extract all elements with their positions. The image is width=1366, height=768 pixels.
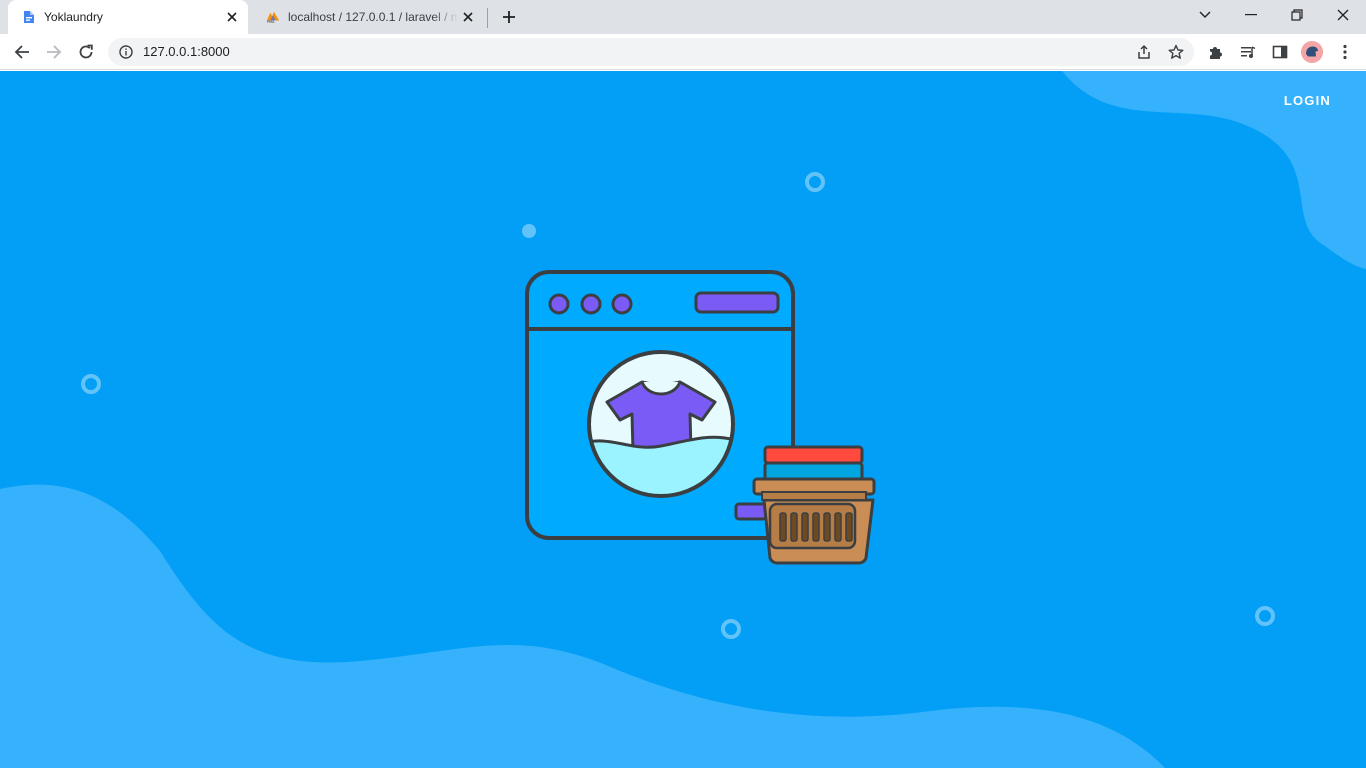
bookmark-star-icon[interactable] bbox=[1166, 42, 1186, 62]
tab-yoklaundry[interactable]: Yoklaundry bbox=[8, 0, 248, 34]
close-icon[interactable] bbox=[460, 9, 476, 25]
tab-phpmyadmin[interactable]: PMA localhost / 127.0.0.1 / laravel / m bbox=[252, 0, 484, 34]
washing-machine-illustration bbox=[525, 270, 876, 565]
url-text[interactable]: 127.0.0.1:8000 bbox=[143, 45, 230, 59]
profile-avatar[interactable] bbox=[1301, 41, 1323, 63]
tab-separator bbox=[487, 8, 488, 28]
bubble-decoration bbox=[522, 224, 536, 238]
tab-title: localhost / 127.0.0.1 / laravel / m bbox=[288, 10, 458, 24]
bubble-decoration bbox=[1255, 606, 1275, 626]
tab-search-icon[interactable] bbox=[1192, 4, 1218, 26]
share-icon[interactable] bbox=[1134, 42, 1154, 62]
svg-text:PMA: PMA bbox=[267, 20, 275, 24]
back-icon[interactable] bbox=[10, 40, 34, 64]
reload-icon[interactable] bbox=[74, 40, 98, 64]
window-close-icon[interactable] bbox=[1330, 4, 1356, 26]
media-queue-icon[interactable] bbox=[1236, 40, 1260, 64]
bubble-decoration bbox=[81, 374, 101, 394]
browser-toolbar: 127.0.0.1:8000 bbox=[0, 34, 1366, 70]
login-link[interactable]: LOGIN bbox=[1284, 93, 1331, 108]
page-icon bbox=[22, 10, 36, 24]
address-bar[interactable]: 127.0.0.1:8000 bbox=[108, 38, 1194, 66]
page-viewport: LOGIN bbox=[0, 71, 1366, 768]
bubble-decoration bbox=[805, 172, 825, 192]
new-tab-button[interactable] bbox=[499, 7, 519, 27]
menu-kebab-icon[interactable] bbox=[1333, 40, 1357, 64]
minimize-icon[interactable] bbox=[1238, 4, 1264, 26]
close-icon[interactable] bbox=[224, 9, 240, 25]
site-info-icon[interactable] bbox=[118, 44, 134, 60]
forward-icon[interactable] bbox=[42, 40, 66, 64]
tab-bar: Yoklaundry PMA localhost / 127.0.0.1 / l… bbox=[0, 0, 1366, 34]
tab-title: Yoklaundry bbox=[44, 10, 103, 24]
side-panel-icon[interactable] bbox=[1268, 40, 1292, 64]
restore-icon[interactable] bbox=[1284, 4, 1310, 26]
phpmyadmin-icon: PMA bbox=[266, 10, 280, 24]
bubble-decoration bbox=[721, 619, 741, 639]
extensions-puzzle-icon[interactable] bbox=[1204, 40, 1228, 64]
